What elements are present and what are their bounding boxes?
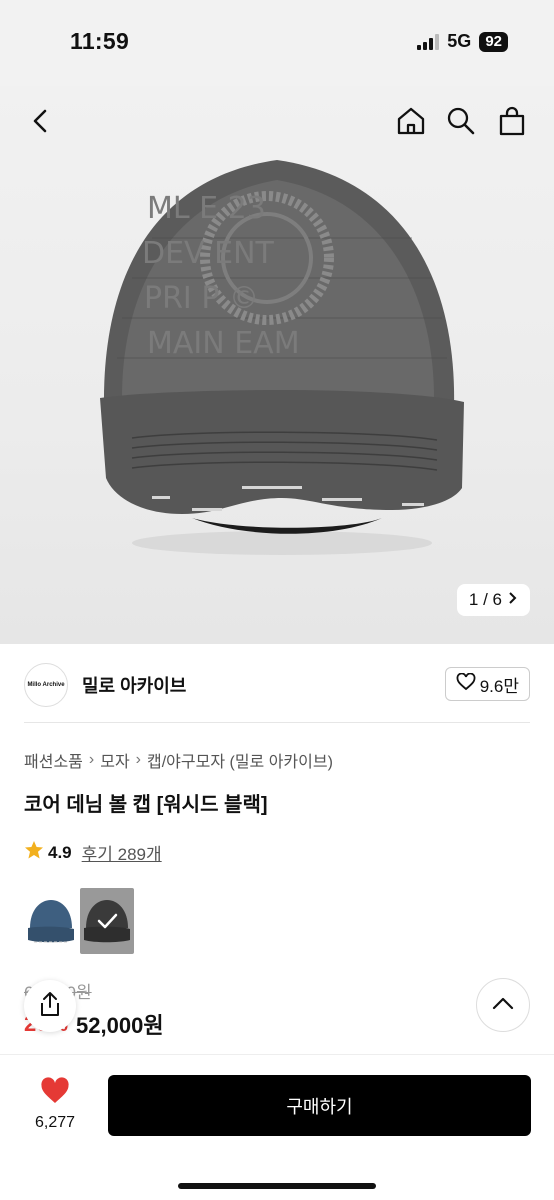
- heart-outline-icon: [456, 672, 476, 696]
- wish-button[interactable]: 6,277: [22, 1077, 88, 1132]
- buy-button[interactable]: 구매하기: [108, 1075, 531, 1136]
- search-icon[interactable]: [442, 102, 480, 140]
- shop-row[interactable]: Millo Archive 밀로 아카이브 9.6만: [24, 662, 530, 708]
- share-button[interactable]: [24, 980, 76, 1032]
- chevron-right-icon: ›: [88, 751, 95, 768]
- breadcrumb-item[interactable]: 패션소품: [24, 748, 83, 772]
- signal-icon: [417, 33, 440, 50]
- rating-score: 4.9: [48, 842, 72, 862]
- chevron-up-icon: [492, 996, 514, 1015]
- color-options: [24, 888, 134, 954]
- chevron-right-icon: [508, 590, 518, 610]
- breadcrumb: 패션소품 › 모자 › 캡/야구모자 (밀로 아카이브): [24, 748, 333, 772]
- color-option-black-selected[interactable]: [80, 888, 134, 954]
- shop-logo[interactable]: Millo Archive: [24, 663, 68, 707]
- shop-name[interactable]: 밀로 아카이브: [82, 672, 186, 698]
- sale-price: 52,000원: [76, 1013, 164, 1038]
- wish-count: 6,277: [34, 1114, 76, 1131]
- image-counter[interactable]: 1 / 6: [456, 584, 530, 616]
- product-image-carousel[interactable]: ML E 23 DEV ENT PRI P © MAIN EAM 1 / 6: [0, 86, 554, 644]
- top-nav: [0, 86, 554, 156]
- breadcrumb-item[interactable]: 모자: [100, 748, 129, 772]
- status-bar: 11:59 5G 92: [0, 0, 554, 86]
- product-image: ML E 23 DEV ENT PRI P © MAIN EAM: [92, 158, 472, 558]
- divider: [24, 722, 530, 723]
- status-time: 11:59: [70, 28, 130, 54]
- scroll-top-button[interactable]: [476, 978, 530, 1032]
- shop-like-count: 9.6만: [479, 676, 519, 696]
- review-count-link[interactable]: 후기 289개: [82, 840, 162, 865]
- breadcrumb-item[interactable]: 캡/야구모자 (밀로 아카이브): [147, 748, 333, 772]
- product-title: 코어 데님 볼 캡 [워시드 블랙]: [24, 794, 268, 816]
- back-icon[interactable]: [22, 102, 60, 140]
- bottom-bar: 6,277 구매하기: [0, 1054, 554, 1200]
- svg-text:MAIN EAM: MAIN EAM: [147, 326, 300, 361]
- network-label: 5G: [447, 31, 472, 51]
- svg-text:ML E 23: ML E 23: [147, 191, 266, 226]
- bag-icon[interactable]: [493, 102, 531, 140]
- home-indicator: [178, 1183, 376, 1189]
- svg-text:PRI P ©: PRI P ©: [144, 281, 259, 316]
- share-icon: [38, 991, 62, 1022]
- rating-row[interactable]: 4.9 후기 289개: [24, 840, 162, 865]
- svg-text:DEV ENT: DEV ENT: [142, 236, 275, 271]
- chevron-right-icon: ›: [135, 751, 141, 768]
- shop-like-button[interactable]: 9.6만: [444, 667, 530, 701]
- battery-icon: 92: [479, 31, 508, 52]
- star-icon: [24, 840, 44, 865]
- home-icon[interactable]: [392, 102, 430, 140]
- color-option-blue[interactable]: [24, 888, 78, 954]
- heart-filled-icon: [40, 1077, 70, 1110]
